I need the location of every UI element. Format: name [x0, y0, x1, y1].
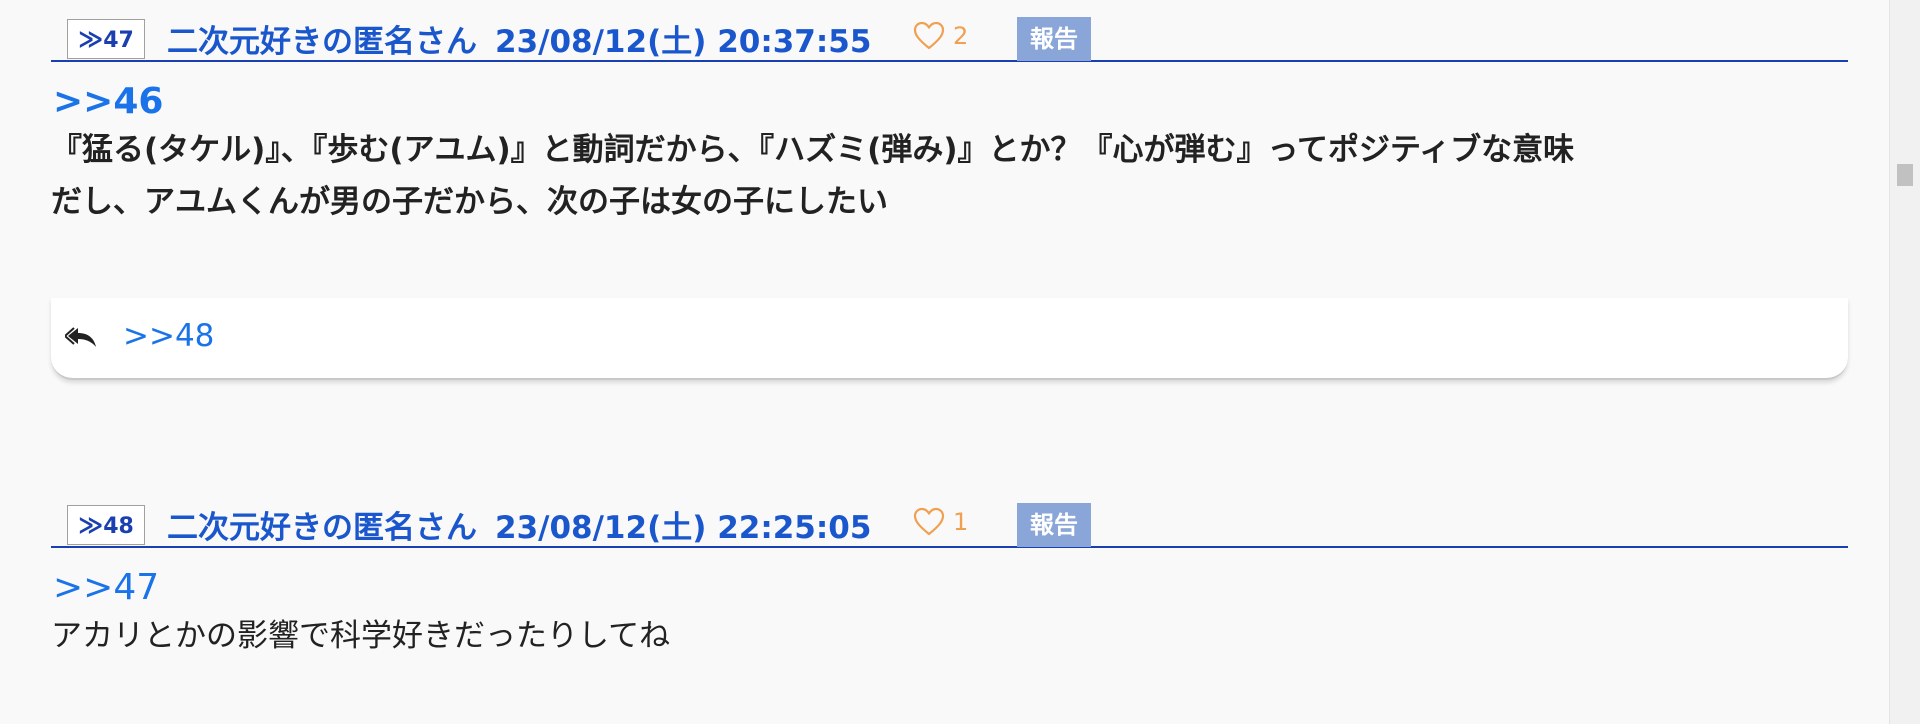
post-date: 23/08/12(土) 20:37:55 [495, 24, 872, 60]
reply-bar: >>48 [51, 298, 1848, 380]
body-line: だし、アユムくんが男の子だから、次の子は女の子にしたい [51, 184, 888, 220]
post-header: ≫48 二次元好きの匿名さん 23/08/12(土) 22:25:05 1 報告 [51, 486, 1848, 548]
post-47: ≫47 二次元好きの匿名さん 23/08/12(土) 20:37:55 2 報告… [51, 0, 1848, 380]
heart-outline-icon [913, 507, 945, 536]
body-line: アカリとかの影響で科学好きだったりしてね [51, 618, 671, 654]
like-button[interactable]: 2 [913, 18, 968, 54]
res-number: 47 [103, 28, 134, 53]
res-prefix: ≫ [78, 25, 104, 53]
reply-link[interactable]: >>48 [123, 318, 214, 354]
res-number-button[interactable]: ≫47 [67, 19, 145, 59]
author-name: 二次元好きの匿名さん [167, 510, 477, 546]
post-date: 23/08/12(土) 22:25:05 [495, 510, 872, 546]
reply-all-icon[interactable] [65, 324, 99, 350]
scrollbar[interactable] [1889, 0, 1920, 724]
body-line: 『猛る(タケル)』、『歩む(アユム)』と動詞だから、『ハズミ(弾み)』とか？『心… [51, 132, 1575, 168]
post-header: ≫47 二次元好きの匿名さん 23/08/12(土) 20:37:55 2 報告 [51, 0, 1848, 62]
like-count: 1 [953, 508, 969, 536]
scrollbar-thumb[interactable] [1897, 164, 1913, 186]
post-48: ≫48 二次元好きの匿名さん 23/08/12(土) 22:25:05 1 報告… [51, 486, 1848, 662]
report-button[interactable]: 報告 [1017, 17, 1091, 61]
author-name: 二次元好きの匿名さん [167, 24, 477, 60]
report-button[interactable]: 報告 [1017, 503, 1091, 547]
anchor-link[interactable]: >>46 [53, 80, 163, 124]
thread-page: ≫47 二次元好きの匿名さん 23/08/12(土) 20:37:55 2 報告… [0, 0, 1920, 724]
res-number: 48 [103, 514, 134, 539]
anchor-link[interactable]: >>47 [53, 566, 159, 610]
res-number-button[interactable]: ≫48 [67, 505, 145, 545]
post-body: >>46 『猛る(タケル)』、『歩む(アユム)』と動詞だから、『ハズミ(弾み)』… [51, 62, 1848, 228]
heart-outline-icon [913, 21, 945, 50]
post-body: >>47 アカリとかの影響で科学好きだったりしてね [51, 548, 1848, 662]
res-prefix: ≫ [78, 511, 104, 539]
like-count: 2 [953, 22, 969, 50]
like-button[interactable]: 1 [913, 504, 968, 540]
